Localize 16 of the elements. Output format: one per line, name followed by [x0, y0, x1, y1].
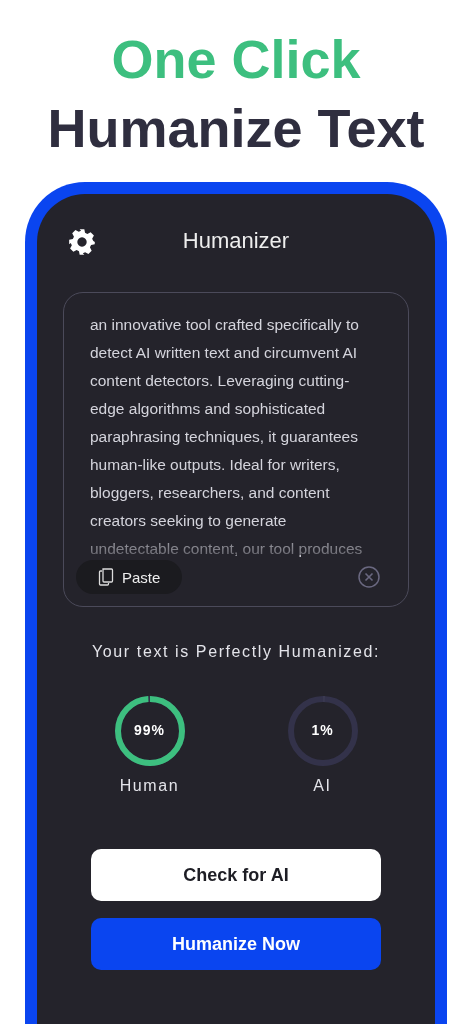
score-value: 99% — [133, 722, 166, 738]
check-button[interactable]: Check for AI — [91, 849, 381, 901]
clear-icon[interactable] — [358, 566, 380, 588]
score-label: Human — [119, 777, 180, 795]
app-title: Humanizer — [181, 228, 291, 254]
score-label: AI — [313, 777, 332, 795]
humanize-button[interactable]: Humanize Now — [91, 918, 381, 970]
score-value: 1% — [310, 722, 335, 738]
input-text: an innovative tool crafted specifically to detect AI written text and circumvent AI content detectors. Leveraging cutting- edge algorithms and sophisticated paraphrasing techniques, it guarantees human-like outputs. Ideal for writers, bloggers, researchers, and content creators seeking to generate undetectable content, our tool produces — [90, 315, 364, 559]
result-caption: Your text is Perfectly Humanized: — [92, 643, 380, 661]
clipboard-icon — [98, 568, 114, 586]
headline: Humanize Text — [47, 97, 425, 160]
paste-button[interactable]: Paste — [76, 560, 183, 594]
headline: One Click — [111, 28, 361, 91]
settings-icon[interactable] — [68, 228, 96, 256]
text-input-field[interactable] — [63, 292, 409, 607]
